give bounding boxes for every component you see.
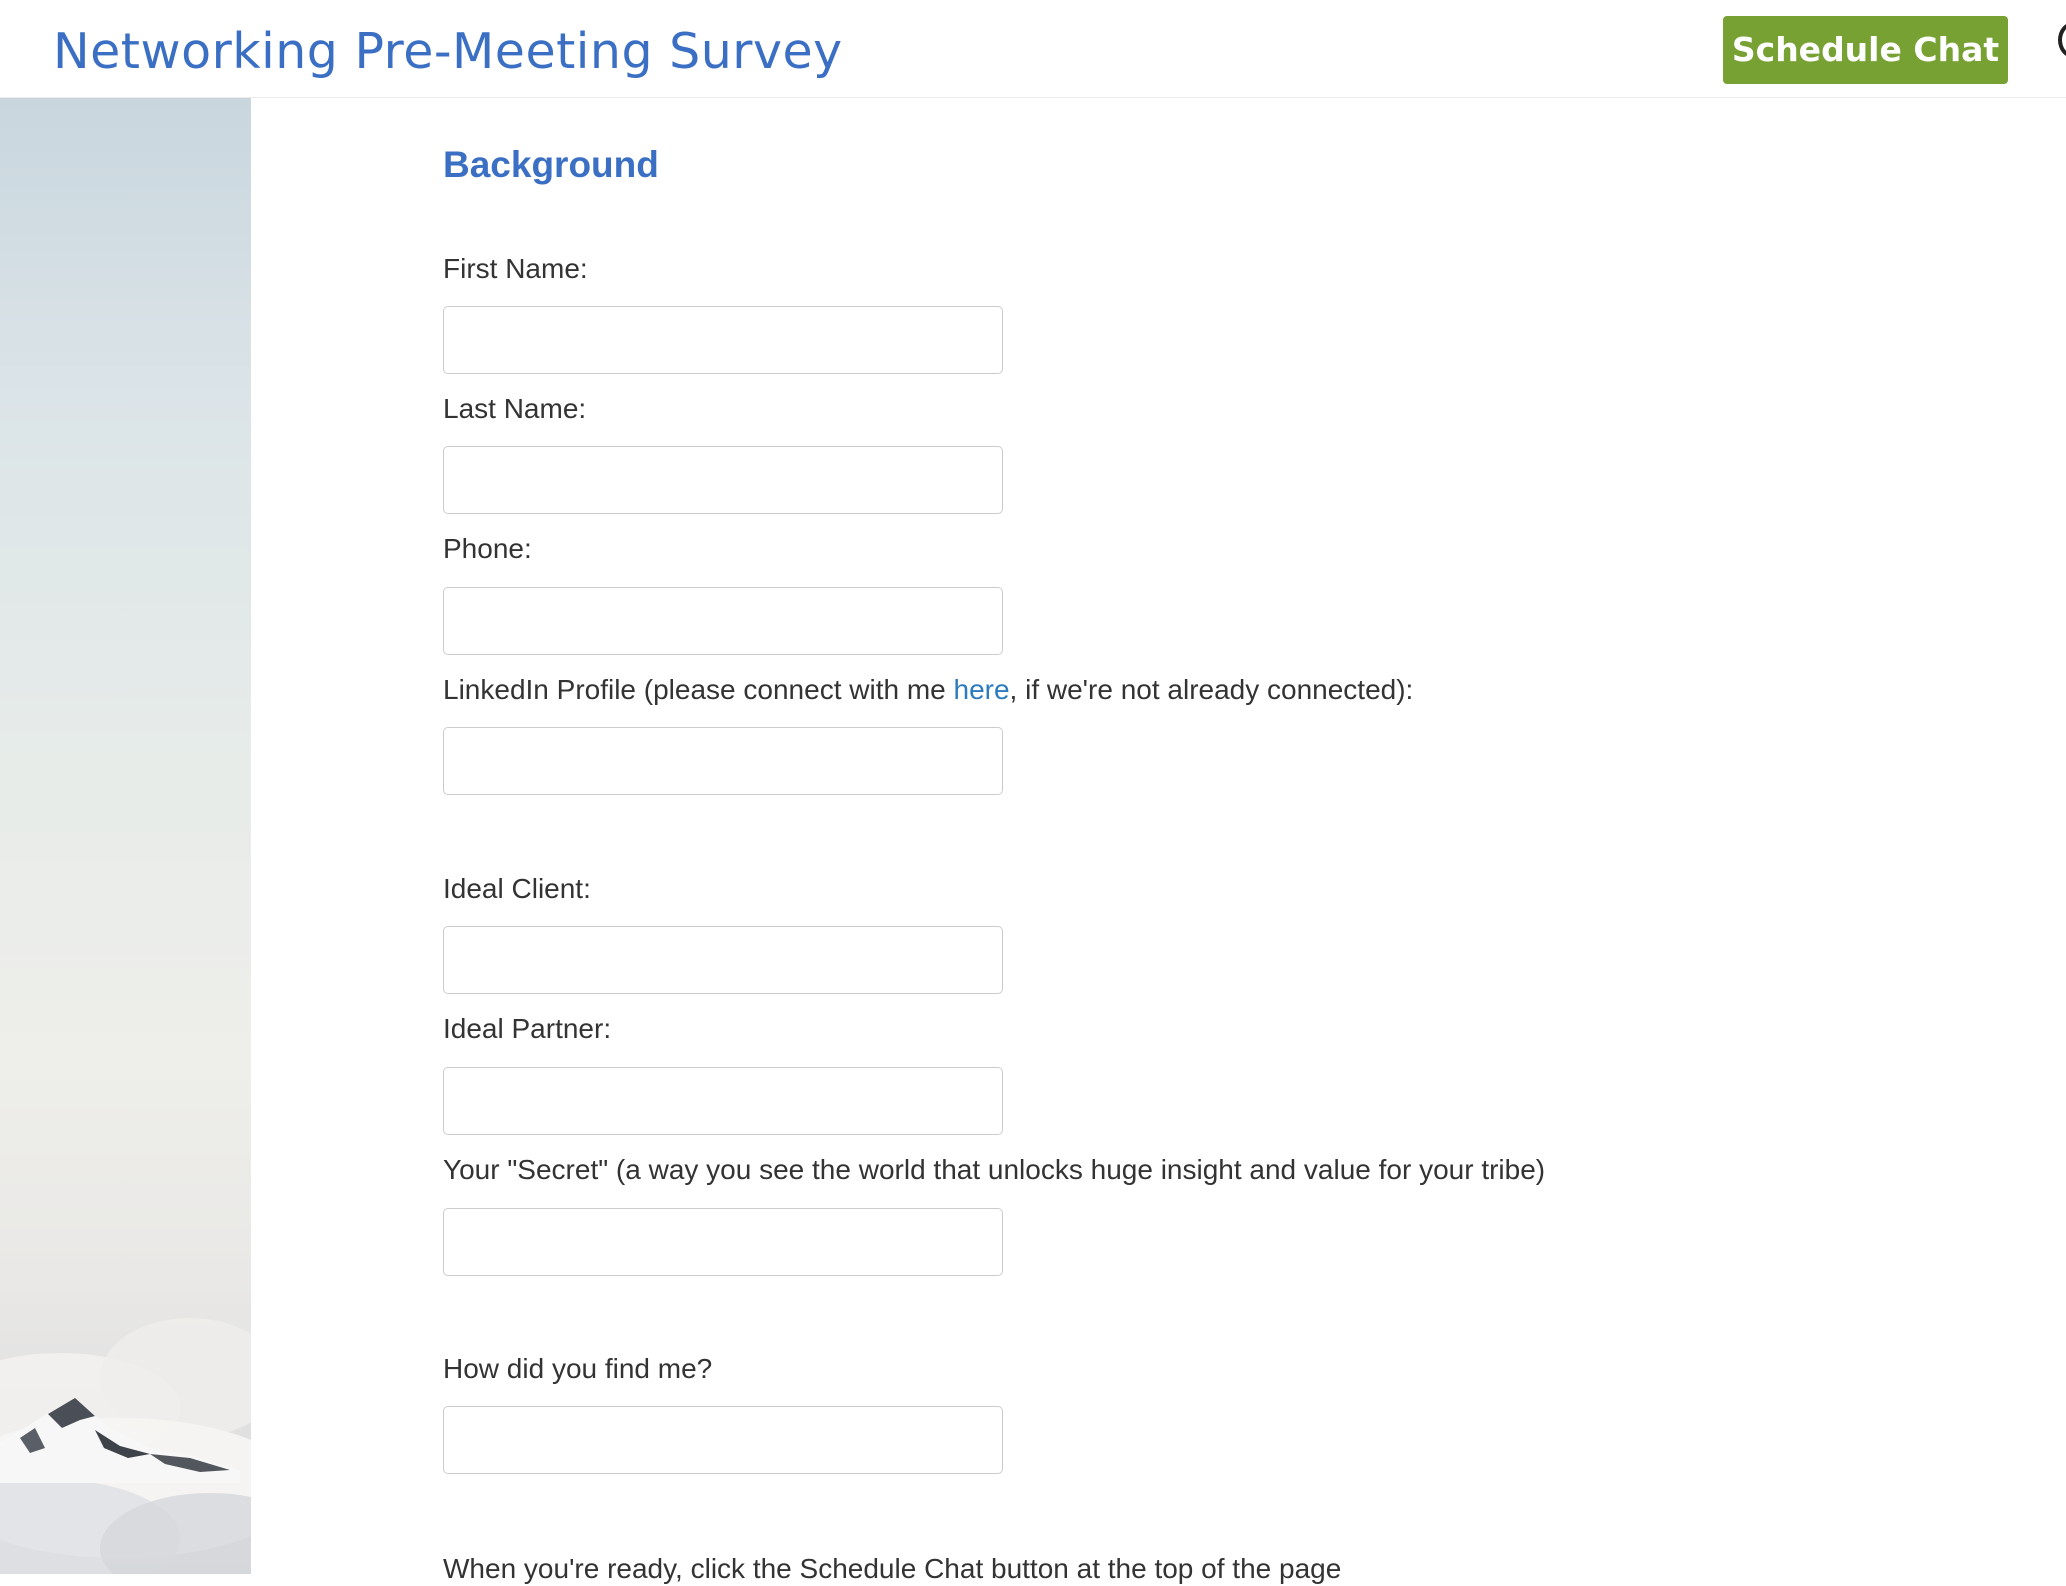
ideal-client-field[interactable]	[443, 926, 1003, 994]
circle-icon[interactable]	[2058, 22, 2066, 58]
ideal-partner-field[interactable]	[443, 1067, 1003, 1135]
mountain-clouds-image	[0, 98, 251, 1574]
schedule-chat-button[interactable]: Schedule Chat	[1723, 16, 2008, 84]
linkedin-profile-field[interactable]	[443, 727, 1003, 795]
ready-instructions: When you're ready, click the Schedule Ch…	[443, 1553, 1342, 1584]
ideal-client-label: Ideal Client:	[443, 873, 591, 904]
phone-label: Phone:	[443, 533, 532, 564]
site-title[interactable]: Networking Pre-Meeting Survey	[53, 20, 843, 84]
survey-form-area: Background First Name: Last Name: Phone:…	[251, 98, 2066, 1584]
secret-label: Your "Secret" (a way you see the world t…	[443, 1154, 1546, 1185]
linkedin-label-prefix: LinkedIn Profile (please connect with me	[443, 674, 954, 705]
linkedin-label: LinkedIn Profile (please connect with me…	[443, 673, 1413, 707]
linkedin-connect-link[interactable]: here	[954, 674, 1010, 705]
secret-field[interactable]	[443, 1208, 1003, 1276]
how-found-field[interactable]	[443, 1406, 1003, 1474]
ideal-partner-label: Ideal Partner:	[443, 1013, 612, 1044]
site-header: Networking Pre-Meeting Survey Schedule C…	[0, 0, 2066, 98]
how-found-label: How did you find me?	[443, 1353, 713, 1384]
linkedin-label-suffix: , if we're not already connected):	[1009, 674, 1414, 705]
phone-field[interactable]	[443, 587, 1003, 655]
section-heading-background: Background	[443, 144, 659, 185]
last-name-label: Last Name:	[443, 393, 587, 424]
first-name-field[interactable]	[443, 306, 1003, 374]
first-name-label: First Name:	[443, 253, 588, 284]
last-name-field[interactable]	[443, 446, 1003, 514]
